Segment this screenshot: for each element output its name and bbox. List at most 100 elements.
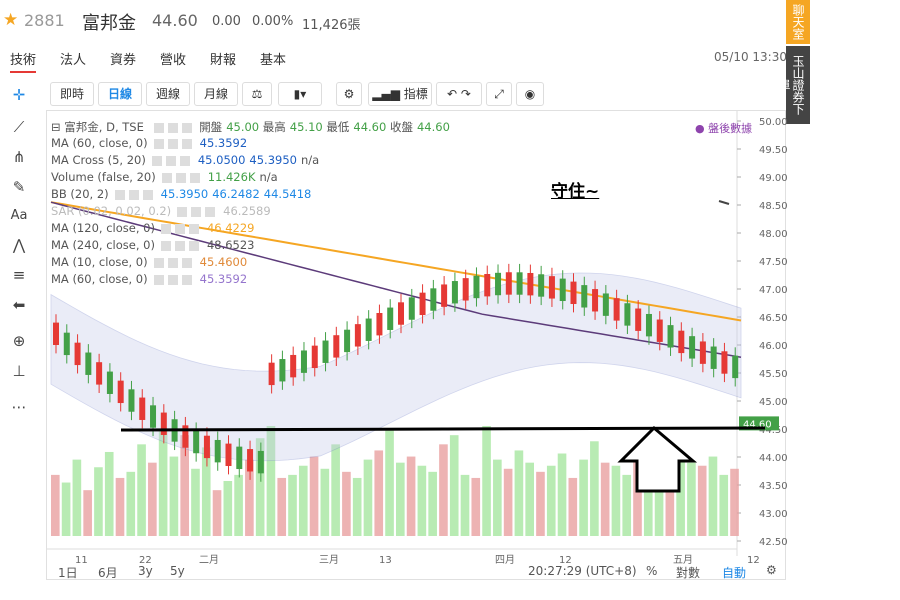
candle-body — [495, 272, 502, 296]
quote-datetime: 05/10 13:30 — [714, 50, 787, 64]
brush-icon[interactable]: ✎ — [8, 178, 30, 200]
volume-bar — [385, 429, 394, 536]
candle-body — [376, 312, 383, 336]
fibonacci-icon[interactable]: ≡ — [8, 266, 30, 288]
price-tick-label: 43.50 — [759, 481, 787, 492]
range-1d[interactable]: 1日 — [58, 564, 78, 581]
zoom-icon[interactable]: ⊕ — [8, 332, 30, 354]
interval-monthly-button[interactable]: 月線 — [194, 82, 238, 106]
volume-bar — [126, 471, 136, 536]
auto-toggle[interactable]: 自動 — [722, 564, 746, 581]
favorite-star-icon[interactable]: ★ — [3, 10, 18, 30]
pattern-icon[interactable]: ⋀ — [8, 236, 30, 258]
volume-bar — [708, 456, 718, 536]
fork-icon[interactable]: ⋔ — [8, 148, 30, 170]
candle-body — [527, 272, 534, 296]
after-hours-link[interactable]: ● 盤後數據 — [695, 120, 752, 136]
tab-revenue[interactable]: 營收 — [160, 49, 186, 68]
high-value: 45.10 — [289, 120, 323, 134]
tab-basic[interactable]: 基本 — [260, 49, 286, 68]
candle-body — [667, 325, 674, 348]
ma240-controls[interactable] — [160, 240, 203, 251]
candle-body — [300, 350, 307, 373]
candle-body — [462, 278, 469, 301]
volume-controls[interactable] — [161, 172, 204, 183]
price-tick-label: 47.00 — [759, 285, 787, 296]
candle-body — [559, 278, 566, 302]
chart-settings-icon[interactable]: ⚙ — [766, 563, 777, 577]
macross-controls[interactable] — [151, 155, 194, 166]
price-tick-label: 43.00 — [759, 509, 787, 520]
ma10-value: 45.4600 — [199, 255, 248, 269]
volume-bar — [331, 444, 340, 536]
interval-daily-button[interactable]: 日線 — [98, 82, 142, 106]
candle-body — [689, 336, 696, 359]
interval-realtime-button[interactable]: 即時 — [50, 82, 94, 106]
ma120-controls[interactable] — [160, 223, 203, 234]
compare-icon[interactable]: ⚖ — [242, 82, 272, 106]
volume-bar — [449, 435, 459, 536]
settings-gear-icon[interactable]: ⚙ — [336, 82, 362, 106]
log-toggle[interactable]: 對數 — [676, 564, 700, 581]
ma240-value: 48.6523 — [206, 238, 255, 252]
volume-bar — [406, 456, 416, 536]
volume-bar — [719, 474, 729, 536]
ma120-value: 46.4229 — [206, 221, 255, 235]
trendline-icon[interactable]: ⟋ — [8, 118, 30, 140]
volume-bar — [94, 467, 103, 536]
broker-order-button[interactable]: 玉山證券下單 — [777, 46, 810, 124]
stock-code: 2881 — [24, 11, 65, 30]
candle-body — [257, 450, 264, 474]
sar-controls[interactable] — [177, 206, 220, 217]
legend-controls[interactable] — [153, 122, 196, 133]
tab-institutional[interactable]: 法人 — [60, 49, 86, 68]
more-icon[interactable]: ⋯ — [8, 398, 30, 420]
chat-room-button[interactable]: 聊天室 — [786, 0, 810, 44]
ma60-value: 45.3592 — [199, 136, 248, 150]
volume-bar — [51, 474, 60, 536]
arrow-left-icon[interactable]: ⬅ — [8, 296, 30, 318]
bb-controls[interactable] — [114, 189, 157, 200]
candle-type-icon[interactable]: ▮▾ — [278, 82, 322, 106]
text-tool-icon[interactable]: Aa — [8, 208, 30, 230]
ruler-icon[interactable]: ⊥ — [8, 362, 30, 384]
ma60-controls[interactable] — [153, 138, 196, 149]
volume-bar — [579, 459, 588, 536]
legend-collapse-icon[interactable]: ⊟ — [51, 120, 61, 134]
indicators-label: 指標 — [403, 87, 428, 101]
tab-margin[interactable]: 資券 — [110, 49, 136, 68]
interval-weekly-button[interactable]: 週線 — [146, 82, 190, 106]
legend-symbol: 富邦金, D, TSE — [64, 120, 144, 134]
range-3y[interactable]: 3y — [138, 564, 153, 578]
volume-bar — [180, 435, 189, 536]
undo-redo-icon[interactable]: ↶ ↷ — [436, 82, 482, 106]
ma60b-controls[interactable] — [153, 274, 196, 285]
camera-icon[interactable]: ◉ — [516, 82, 544, 106]
legend-ma10: MA (10, close, 0) 45.4600 — [51, 255, 247, 269]
candle-body — [96, 362, 103, 385]
high-label: 最高 — [262, 120, 286, 134]
volume-bar — [514, 450, 524, 536]
price-change: 0.00 — [212, 14, 241, 29]
range-5y[interactable]: 5y — [170, 564, 185, 578]
candle-body — [451, 281, 458, 304]
candle-body — [322, 340, 329, 363]
fullscreen-icon[interactable]: ⤢ — [486, 82, 512, 106]
volume-bar — [568, 477, 578, 536]
percent-toggle[interactable]: % — [646, 564, 657, 578]
price-chart[interactable]: 50.00 49.50 49.00 48.50 48.00 47.50 47.00 46.50… — [46, 110, 787, 580]
candle-body — [592, 289, 599, 312]
open-value: 45.00 — [226, 120, 260, 134]
tab-technical[interactable]: 技術 — [10, 49, 37, 73]
crosshair-icon[interactable]: ✛ — [8, 86, 30, 108]
range-6m[interactable]: 6月 — [98, 564, 118, 581]
ma10-controls[interactable] — [153, 257, 196, 268]
tab-financials[interactable]: 財報 — [210, 49, 236, 68]
range-bar: 1日 6月 3y 5y 20:27:29 (UTC+8) % 對數 自動 ⚙ — [46, 562, 786, 580]
candle-body — [139, 397, 146, 420]
indicators-button[interactable]: ▂▄▆ 指標 — [368, 82, 432, 106]
stock-price: 44.60 — [152, 11, 198, 30]
legend-ma60: MA (60, close, 0) 45.3592 — [51, 136, 247, 150]
price-tick-label: 45.00 — [759, 397, 787, 408]
candle-body — [150, 405, 157, 428]
